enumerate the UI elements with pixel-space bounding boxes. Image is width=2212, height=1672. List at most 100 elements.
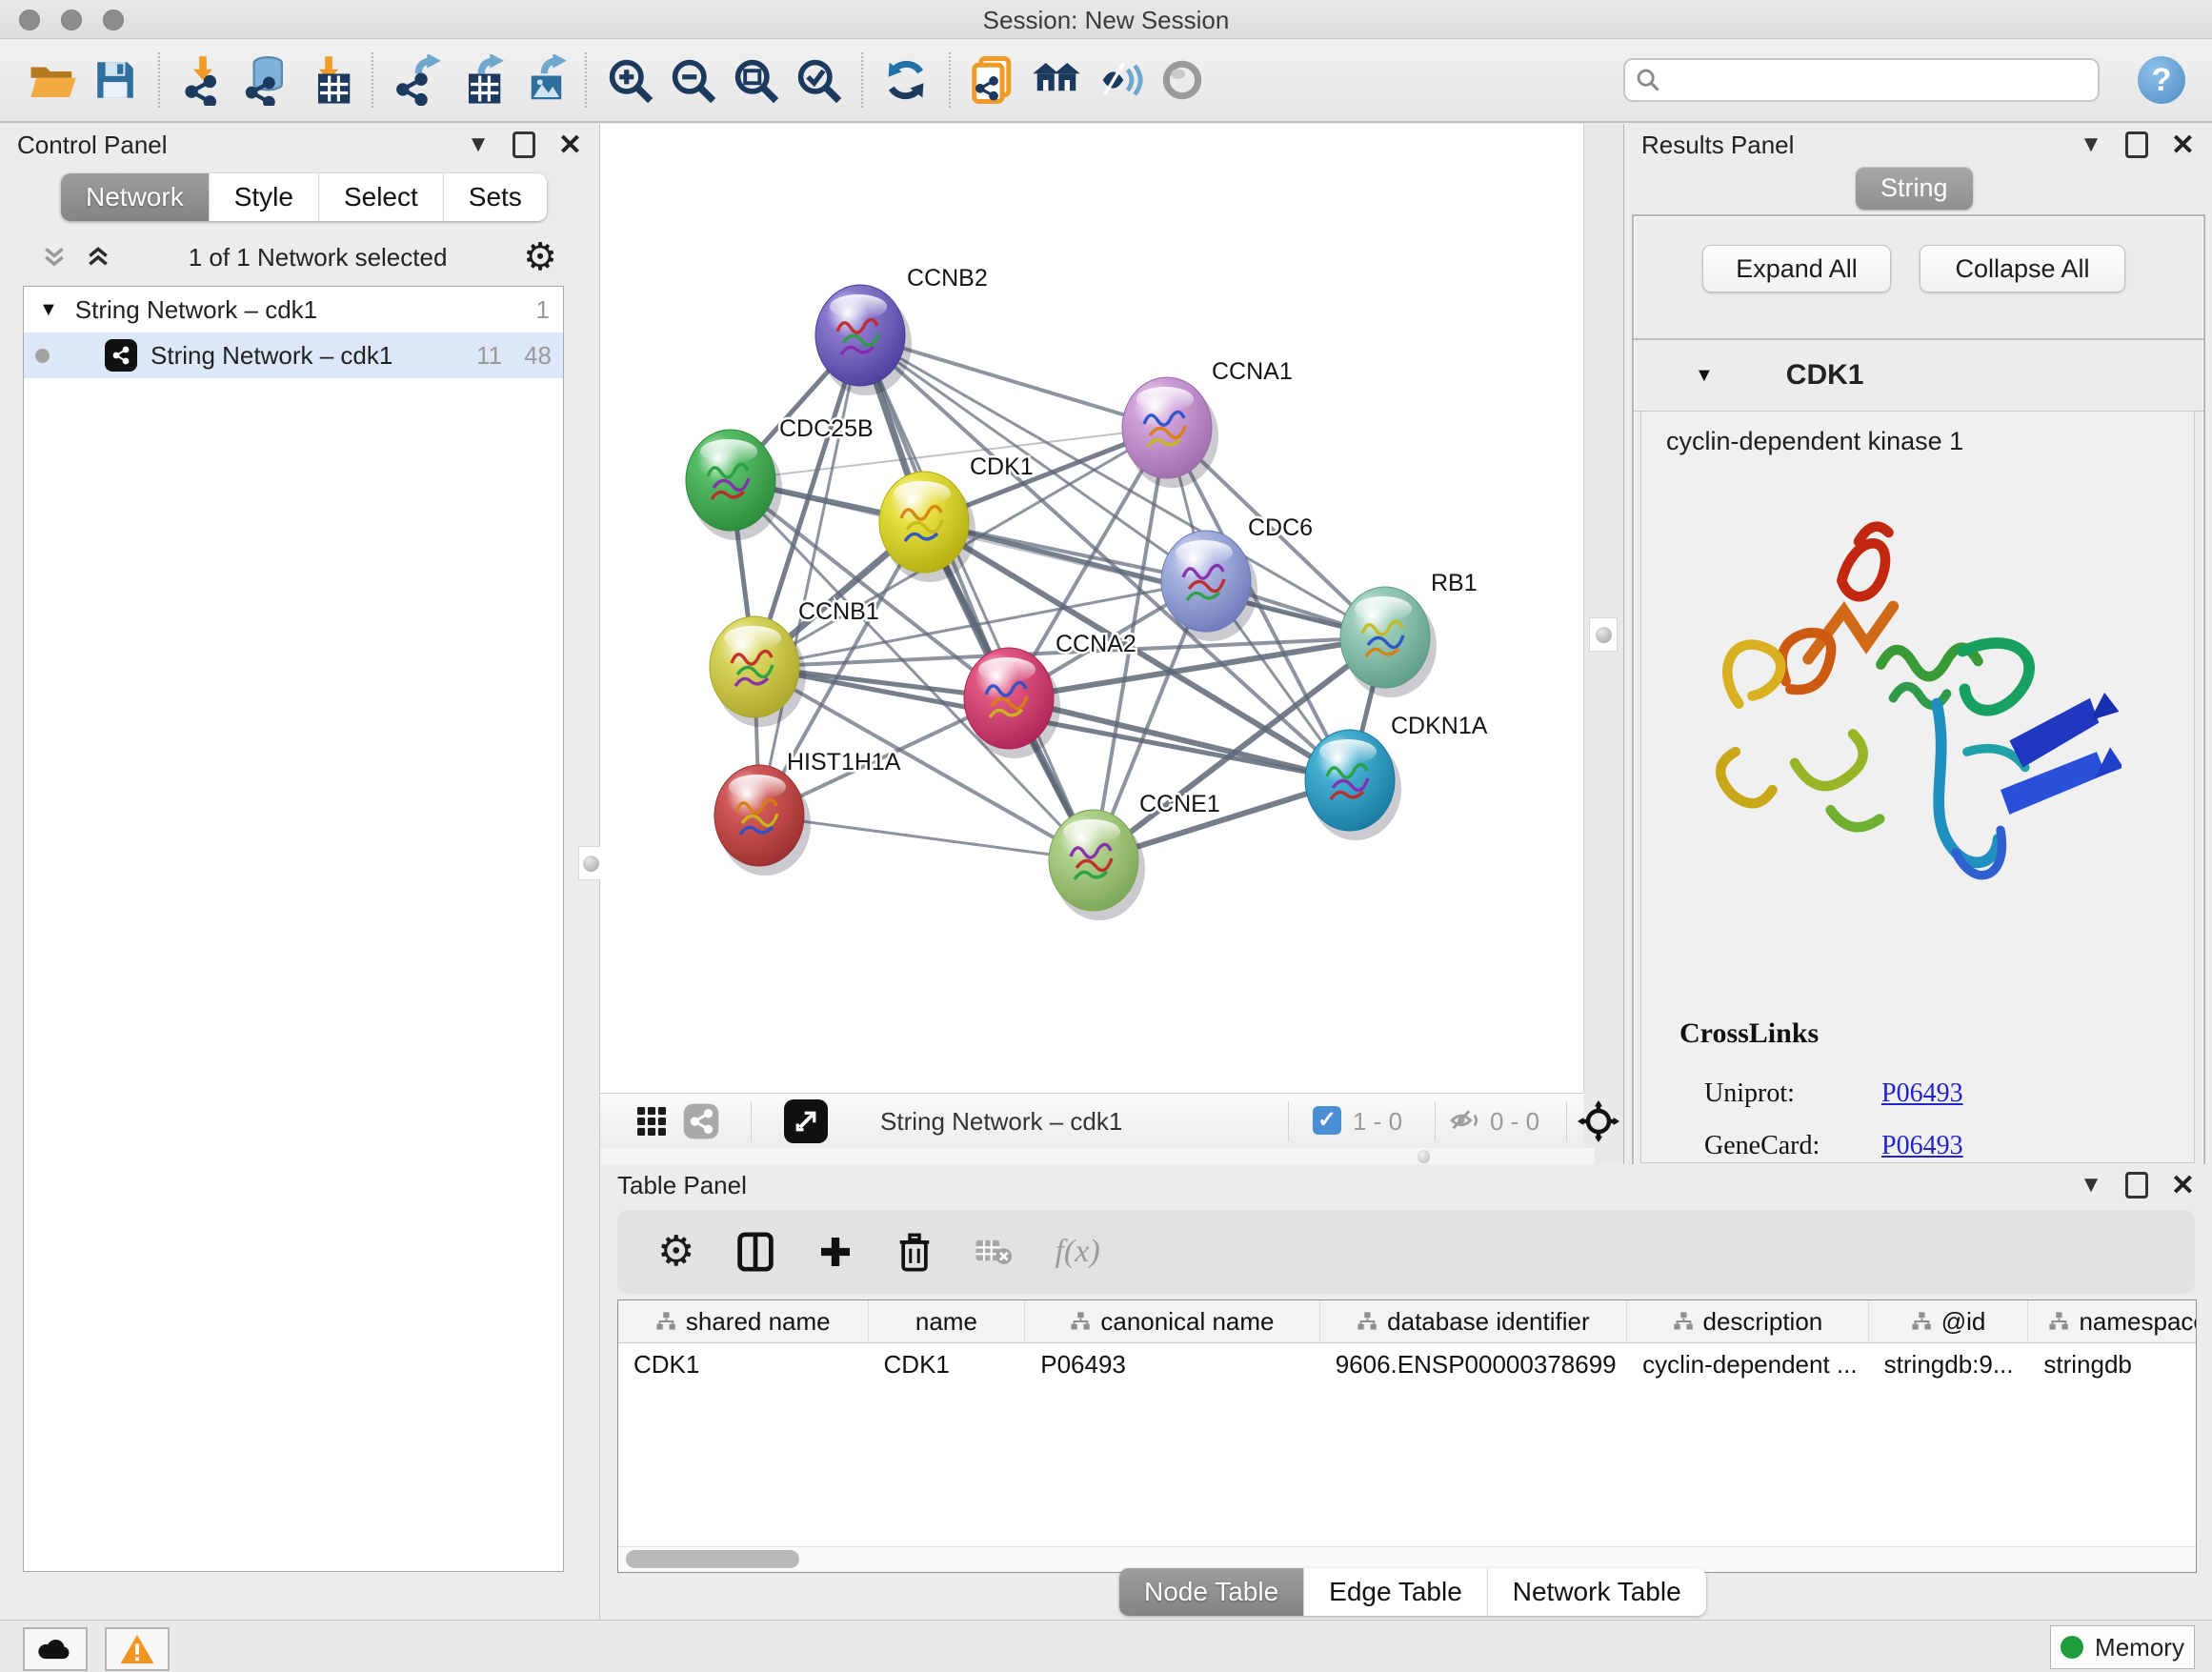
string-view-icon[interactable] — [682, 1102, 720, 1140]
delete-column-trash-icon[interactable] — [896, 1231, 933, 1273]
column-header-namespace[interactable]: namespace — [2028, 1300, 2197, 1342]
hscroll-thumb[interactable] — [626, 1550, 799, 1568]
export-image-button[interactable] — [511, 50, 573, 111]
help-button[interactable]: ? — [2138, 56, 2185, 104]
question-icon: ? — [2152, 62, 2172, 99]
tab-select[interactable]: Select — [318, 173, 443, 221]
table-cell[interactable]: CDK1 — [618, 1350, 869, 1380]
zoom-fit-button[interactable] — [724, 50, 787, 111]
column-header--id[interactable]: @id — [1869, 1300, 2029, 1342]
network-node-CCNA1[interactable] — [1122, 377, 1218, 488]
import-network-button[interactable] — [171, 50, 234, 111]
export-table-button[interactable] — [448, 50, 511, 111]
grid-view-icon[interactable] — [634, 1104, 669, 1138]
panel-float-icon[interactable] — [2125, 131, 2148, 158]
panel-minimize-icon[interactable]: ▼ — [2080, 131, 2102, 158]
show-panel-button[interactable] — [1151, 50, 1214, 111]
network-row[interactable]: String Network – cdk1 11 48 — [24, 332, 563, 378]
edge-count: 48 — [502, 341, 552, 371]
network-node-CDC25B[interactable] — [686, 430, 782, 540]
hide-panels-button[interactable] — [1088, 50, 1151, 111]
network-node-CDKN1A[interactable] — [1305, 730, 1401, 840]
refresh-button[interactable] — [875, 50, 937, 111]
table-settings-gear-icon[interactable]: ⚙ — [657, 1231, 694, 1273]
tab-sets[interactable]: Sets — [443, 173, 547, 221]
memory-button[interactable]: Memory — [2050, 1625, 2195, 1669]
table-cell[interactable]: stringdb:9... — [1869, 1350, 2029, 1380]
panel-close-icon[interactable]: ✕ — [2171, 1169, 2195, 1202]
network-node-CDC6[interactable] — [1161, 531, 1257, 641]
add-column-icon[interactable] — [816, 1233, 855, 1271]
network-node-HIST1H1A[interactable] — [714, 765, 811, 876]
network-node-CCNE1[interactable] — [1049, 810, 1145, 920]
tab-network-table[interactable]: Network Table — [1487, 1568, 1706, 1616]
crosslink-link[interactable]: P06493 — [1881, 1131, 1963, 1161]
section-collapse-icon[interactable]: ▼ — [1695, 365, 1714, 387]
warning-status-button[interactable] — [105, 1627, 170, 1671]
collapse-all-button[interactable]: Collapse All — [1920, 245, 2125, 292]
tree-expand-icon[interactable]: ▼ — [39, 299, 58, 321]
network-node-CDK1[interactable] — [879, 472, 975, 582]
node-label: HIST1H1A — [787, 749, 901, 776]
panel-close-icon[interactable]: ✕ — [558, 129, 582, 162]
table-cell[interactable]: P06493 — [1025, 1350, 1319, 1380]
zoom-out-button[interactable] — [661, 50, 724, 111]
zoom-in-button[interactable] — [598, 50, 661, 111]
table-row[interactable]: CDK1CDK1P064939606.ENSP00000378699cyclin… — [618, 1343, 2197, 1385]
protein-section-header[interactable]: ▼ CDK1 — [1634, 340, 2203, 412]
sort-tree-icon — [1673, 1311, 1694, 1332]
network-collection-row[interactable]: ▼ String Network – cdk1 1 — [24, 287, 563, 332]
function-builder-icon[interactable]: f(x) — [1055, 1234, 1099, 1270]
birdseye-button[interactable] — [1025, 50, 1088, 111]
tab-edge-table[interactable]: Edge Table — [1303, 1568, 1487, 1616]
delete-table-icon[interactable] — [975, 1236, 1013, 1268]
panel-float-icon[interactable] — [2125, 1172, 2148, 1199]
open-in-window-button[interactable] — [784, 1099, 828, 1143]
table-cell[interactable]: cyclin-dependent ... — [1627, 1350, 1869, 1380]
export-network-icon — [391, 54, 442, 106]
network-canvas[interactable]: CCNB2CCNA1CDC25BCDK1CDC6RB1CCNB1CCNA2CDK… — [600, 124, 1584, 1093]
column-header-shared-name[interactable]: shared name — [618, 1300, 869, 1342]
search-input[interactable] — [1623, 58, 2100, 102]
tab-style[interactable]: Style — [209, 173, 318, 221]
column-header-name[interactable]: name — [869, 1300, 1026, 1342]
save-button[interactable] — [84, 50, 147, 111]
network-edge[interactable] — [860, 335, 1094, 860]
import-table-button[interactable] — [297, 50, 360, 111]
network-node-RB1[interactable] — [1340, 587, 1437, 697]
network-snapshot-button[interactable] — [962, 50, 1025, 111]
hidden-eye-icon[interactable] — [1448, 1106, 1482, 1135]
zoom-selected-button[interactable] — [787, 50, 850, 111]
results-panel-title: Results Panel — [1641, 131, 1794, 160]
panel-minimize-icon[interactable]: ▼ — [2080, 1172, 2102, 1199]
horizontal-splitter[interactable] — [600, 1148, 1595, 1164]
import-database-button[interactable] — [234, 50, 297, 111]
table-cell[interactable]: 9606.ENSP00000378699 — [1320, 1350, 1627, 1380]
network-edge[interactable] — [759, 335, 860, 816]
crosslink-link[interactable]: P06493 — [1881, 1078, 1963, 1109]
cloud-status-button[interactable] — [23, 1627, 88, 1671]
expand-all-button[interactable]: Expand All — [1702, 245, 1891, 292]
expand-all-networks-icon[interactable] — [84, 245, 112, 270]
panel-close-icon[interactable]: ✕ — [2171, 129, 2195, 162]
table-cell[interactable]: CDK1 — [869, 1350, 1026, 1380]
right-splitter-handle[interactable] — [1589, 617, 1618, 652]
tab-network[interactable]: Network — [61, 173, 209, 221]
table-cell[interactable]: stringdb — [2028, 1350, 2197, 1380]
tab-node-table[interactable]: Node Table — [1119, 1568, 1303, 1616]
panel-float-icon[interactable] — [513, 131, 535, 158]
fit-selected-crosshair-icon[interactable] — [1578, 1100, 1619, 1142]
open-file-button[interactable] — [21, 50, 84, 111]
network-options-gear-icon[interactable]: ⚙ — [523, 238, 557, 276]
column-header-description[interactable]: description — [1627, 1300, 1869, 1342]
show-columns-icon[interactable] — [736, 1231, 774, 1273]
network-node-CCNB2[interactable] — [815, 285, 912, 395]
panel-minimize-icon[interactable]: ▼ — [467, 131, 490, 158]
column-header-database-identifier[interactable]: database identifier — [1320, 1300, 1627, 1342]
column-header-canonical-name[interactable]: canonical name — [1025, 1300, 1319, 1342]
selected-nodes-checkbox[interactable]: ✓ — [1313, 1106, 1341, 1135]
export-network-button[interactable] — [385, 50, 448, 111]
collapse-all-networks-icon[interactable] — [40, 245, 69, 270]
tab-string[interactable]: String — [1856, 167, 1973, 210]
memory-status-dot — [2061, 1636, 2083, 1659]
